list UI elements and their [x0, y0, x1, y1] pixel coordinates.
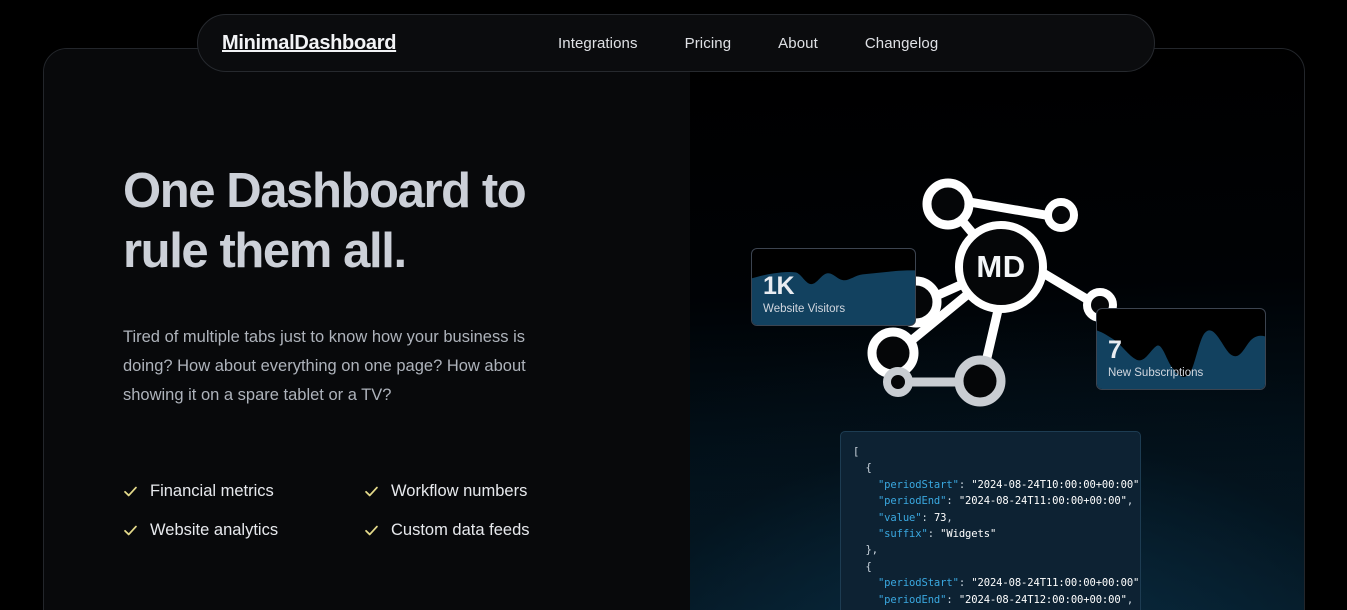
graph-node	[959, 360, 1001, 402]
hub-label: MD	[976, 249, 1025, 284]
feature-item: Website analytics	[123, 521, 364, 540]
feature-label: Custom data feeds	[391, 521, 530, 540]
json-code-content: [ { "periodStart": "2024-08-24T10:00:00+…	[853, 444, 1140, 610]
hero-left-column: One Dashboard to rule them all. Tired of…	[44, 49, 690, 610]
feature-item: Custom data feeds	[364, 521, 593, 540]
stat-label: New Subscriptions	[1108, 367, 1203, 379]
graph-node	[872, 332, 914, 374]
stat-value: 7	[1108, 337, 1203, 363]
nav-link-pricing[interactable]: Pricing	[685, 35, 732, 52]
stat-value: 1K	[763, 273, 845, 299]
nav-link-about[interactable]: About	[778, 35, 818, 52]
stat-card-website-visitors[interactable]: 1K Website Visitors	[751, 248, 916, 326]
stat-card-text: 1K Website Visitors	[763, 273, 845, 315]
page-title: One Dashboard to rule them all.	[123, 161, 593, 281]
check-icon	[364, 523, 379, 538]
hero-card: One Dashboard to rule them all. Tired of…	[43, 48, 1305, 610]
stat-card-text: 7 New Subscriptions	[1108, 337, 1203, 379]
nav-link-integrations[interactable]: Integrations	[558, 35, 638, 52]
feature-label: Website analytics	[150, 521, 278, 540]
brand-logo[interactable]: MinimalDashboard	[222, 32, 396, 55]
hero-right-column: MD 1K Website	[690, 49, 1304, 610]
stat-card-new-subscriptions[interactable]: 7 New Subscriptions	[1096, 308, 1266, 390]
feature-item: Workflow numbers	[364, 482, 593, 501]
top-navbar: MinimalDashboard Integrations Pricing Ab…	[197, 14, 1155, 72]
nav-link-changelog[interactable]: Changelog	[865, 35, 938, 52]
page-root: One Dashboard to rule them all. Tired of…	[0, 0, 1347, 610]
check-icon	[123, 484, 138, 499]
graph-node	[927, 183, 969, 225]
check-icon	[123, 523, 138, 538]
feature-list: Financial metrics Workflow numbers Websi…	[123, 482, 593, 540]
graph-node	[1048, 202, 1074, 228]
hero-illustration: MD 1K Website	[690, 49, 1304, 610]
feature-label: Workflow numbers	[391, 482, 527, 501]
feature-item: Financial metrics	[123, 482, 364, 501]
json-code-block: [ { "periodStart": "2024-08-24T10:00:00+…	[840, 431, 1141, 610]
nav-links: Integrations Pricing About Changelog	[558, 35, 938, 52]
check-icon	[364, 484, 379, 499]
hero-subcopy: Tired of multiple tabs just to know how …	[123, 323, 575, 410]
stat-label: Website Visitors	[763, 303, 845, 315]
feature-label: Financial metrics	[150, 482, 274, 501]
graph-node	[887, 371, 909, 393]
